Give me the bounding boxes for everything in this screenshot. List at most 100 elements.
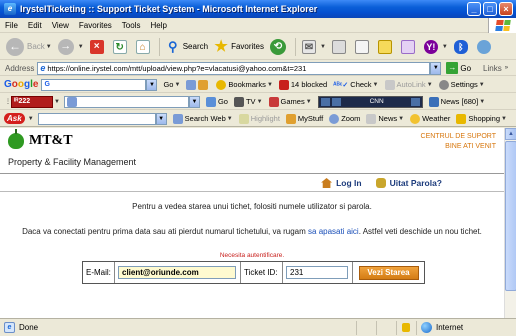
toolbar-search-input[interactable] bbox=[63, 95, 189, 108]
search-icon bbox=[172, 113, 183, 124]
google-logo[interactable]: Google bbox=[4, 79, 38, 90]
print-button[interactable] bbox=[329, 36, 352, 58]
email-field[interactable]: client@oriunde.com bbox=[118, 266, 236, 279]
divider bbox=[0, 173, 504, 174]
highlight-button[interactable]: Highlight bbox=[238, 113, 280, 124]
folder-icon bbox=[285, 113, 296, 124]
support-center-title: CENTRUL DE SUPORT BINE ATI VENIT bbox=[420, 133, 496, 150]
status-bar: e Done Internet bbox=[0, 318, 516, 336]
mail-button[interactable]: ✉ ▼ bbox=[299, 36, 329, 58]
discuss-button[interactable] bbox=[375, 36, 398, 58]
maximize-button[interactable]: □ bbox=[483, 2, 497, 16]
menu-tools[interactable]: Tools bbox=[117, 21, 146, 30]
stop-icon[interactable] bbox=[410, 97, 420, 106]
page-icon: e bbox=[40, 63, 46, 73]
chevron-down-icon[interactable]: ▼ bbox=[28, 116, 34, 122]
news-button[interactable]: News [680] ▼ bbox=[428, 96, 485, 107]
bookmarks-button[interactable]: Bookmarks ▼ bbox=[216, 79, 273, 90]
menu-favorites[interactable]: Favorites bbox=[74, 21, 117, 30]
ask-logo[interactable]: Ask bbox=[4, 113, 25, 124]
mystuff-button[interactable]: MyStuff bbox=[285, 113, 323, 124]
view-status-button[interactable]: Vezi Starea bbox=[358, 265, 419, 280]
toolbar-search-dropdown[interactable]: ▼ bbox=[188, 95, 200, 108]
yahoo-button[interactable]: Y! ▼ bbox=[421, 36, 451, 58]
search-button[interactable]: ⚲ Search bbox=[163, 36, 211, 58]
close-button[interactable]: × bbox=[499, 2, 513, 16]
tagline: Property & Facility Management bbox=[8, 157, 137, 167]
back-button[interactable]: ← Back ▼ bbox=[3, 36, 55, 58]
address-dropdown[interactable]: ▼ bbox=[430, 61, 442, 75]
home-button[interactable]: ⌂ bbox=[133, 36, 156, 58]
contacts-button[interactable] bbox=[474, 36, 497, 58]
links-button[interactable]: Links bbox=[483, 64, 502, 73]
security-zone[interactable]: Internet bbox=[416, 320, 516, 335]
search-web-button[interactable]: Search Web ▼ bbox=[172, 113, 233, 124]
zoom-icon bbox=[329, 113, 340, 124]
menu-edit[interactable]: Edit bbox=[23, 21, 47, 30]
home-icon: ⌂ bbox=[135, 39, 150, 54]
stop-icon: × bbox=[89, 39, 104, 54]
auth-required-note: Necesita autentificare. bbox=[219, 252, 285, 259]
google-go-button[interactable]: Go ▼ bbox=[163, 80, 180, 89]
forward-arrow-icon: → bbox=[57, 38, 74, 55]
spell-check-button[interactable]: ᴬᴮᶜ✓ Check ▼ bbox=[333, 80, 378, 89]
scroll-up-button[interactable]: ▲ bbox=[505, 128, 516, 140]
chevron-right-icon[interactable]: » bbox=[505, 65, 508, 71]
ask-news-button[interactable]: News ▼ bbox=[366, 113, 404, 124]
zoom-button[interactable]: Zoom bbox=[329, 113, 360, 124]
google-toolbar: Google G ▼ Go ▼ Bookmarks ▼ 14 blocked ᴬᴮᶜ… bbox=[0, 77, 516, 93]
menu-help[interactable]: Help bbox=[145, 21, 171, 30]
bluetooth-icon: ᛒ bbox=[453, 39, 468, 54]
toolbar-logo[interactable]: ᴵᴿ222 bbox=[11, 95, 53, 108]
favorites-button[interactable]: ★ Favorites bbox=[211, 36, 267, 58]
chevron-down-icon[interactable]: ▼ bbox=[54, 99, 60, 105]
brand-name: MT&T bbox=[29, 133, 73, 148]
abc-check-icon: ᴬᴮᶜ✓ bbox=[333, 81, 349, 89]
login-link[interactable]: Log In bbox=[336, 178, 362, 188]
note-icon bbox=[377, 39, 392, 54]
tv-button[interactable]: TV ▼ bbox=[233, 96, 263, 107]
news-icon bbox=[198, 79, 209, 90]
popup-blocker-button[interactable]: 14 blocked bbox=[278, 79, 327, 90]
address-input[interactable]: e https://online.irystel.com/mtt/upload/… bbox=[37, 61, 431, 75]
forgot-password-link[interactable]: Uitat Parola? bbox=[390, 178, 442, 188]
rewind-icon[interactable] bbox=[320, 97, 330, 106]
google-extras[interactable] bbox=[186, 79, 210, 90]
menu-view[interactable]: View bbox=[47, 21, 74, 30]
games-button[interactable]: Games ▼ bbox=[268, 96, 312, 107]
weather-button[interactable]: Weather bbox=[410, 113, 450, 124]
ticket-id-field[interactable]: 231 bbox=[286, 266, 348, 279]
news-icon bbox=[366, 113, 377, 124]
scroll-thumb[interactable] bbox=[505, 141, 516, 291]
play-icon[interactable] bbox=[331, 97, 341, 106]
messenger-button[interactable] bbox=[398, 36, 421, 58]
search-icon: ⚲ bbox=[167, 38, 178, 54]
ask-search-input[interactable] bbox=[37, 112, 156, 125]
google-search-input[interactable]: G bbox=[41, 78, 147, 91]
shopping-button[interactable]: Shopping ▼ bbox=[456, 113, 507, 124]
new-ticket-link[interactable]: sa apasati aici bbox=[308, 227, 359, 236]
edit-button[interactable] bbox=[352, 36, 375, 58]
divider bbox=[0, 191, 504, 192]
menu-file[interactable]: File bbox=[0, 21, 23, 30]
ask-search-dropdown[interactable]: ▼ bbox=[155, 112, 167, 125]
settings-button[interactable]: Settings ▼ bbox=[438, 79, 485, 90]
go-button[interactable]: → Go bbox=[446, 62, 471, 74]
media-player[interactable]: CNN bbox=[317, 95, 423, 108]
autolink-button[interactable]: AutoLink ▼ bbox=[384, 79, 433, 90]
google-search-dropdown[interactable]: ▼ bbox=[146, 78, 158, 91]
menu-bar: File Edit View Favorites Tools Help bbox=[0, 18, 516, 33]
history-button[interactable]: ⟲ bbox=[267, 36, 292, 58]
refresh-button[interactable]: ↻ bbox=[110, 36, 133, 58]
bluetooth-button[interactable]: ᛒ bbox=[451, 36, 474, 58]
forward-button[interactable]: → ▼ bbox=[55, 36, 87, 58]
vertical-scrollbar[interactable]: ▲ bbox=[504, 128, 516, 336]
title-bar: e IrystelTicketing :: Support Ticket Sys… bbox=[0, 0, 516, 18]
bag-icon bbox=[456, 113, 467, 124]
globe-icon bbox=[421, 322, 432, 333]
stop-button[interactable]: × bbox=[87, 36, 110, 58]
instructions-text: Pentru a vedea starea unui tichet, folos… bbox=[132, 202, 372, 211]
address-bar: Address e https://online.irystel.com/mtt… bbox=[0, 61, 516, 76]
toolbar-go-button[interactable]: Go bbox=[205, 96, 228, 107]
minimize-button[interactable]: _ bbox=[467, 2, 481, 16]
